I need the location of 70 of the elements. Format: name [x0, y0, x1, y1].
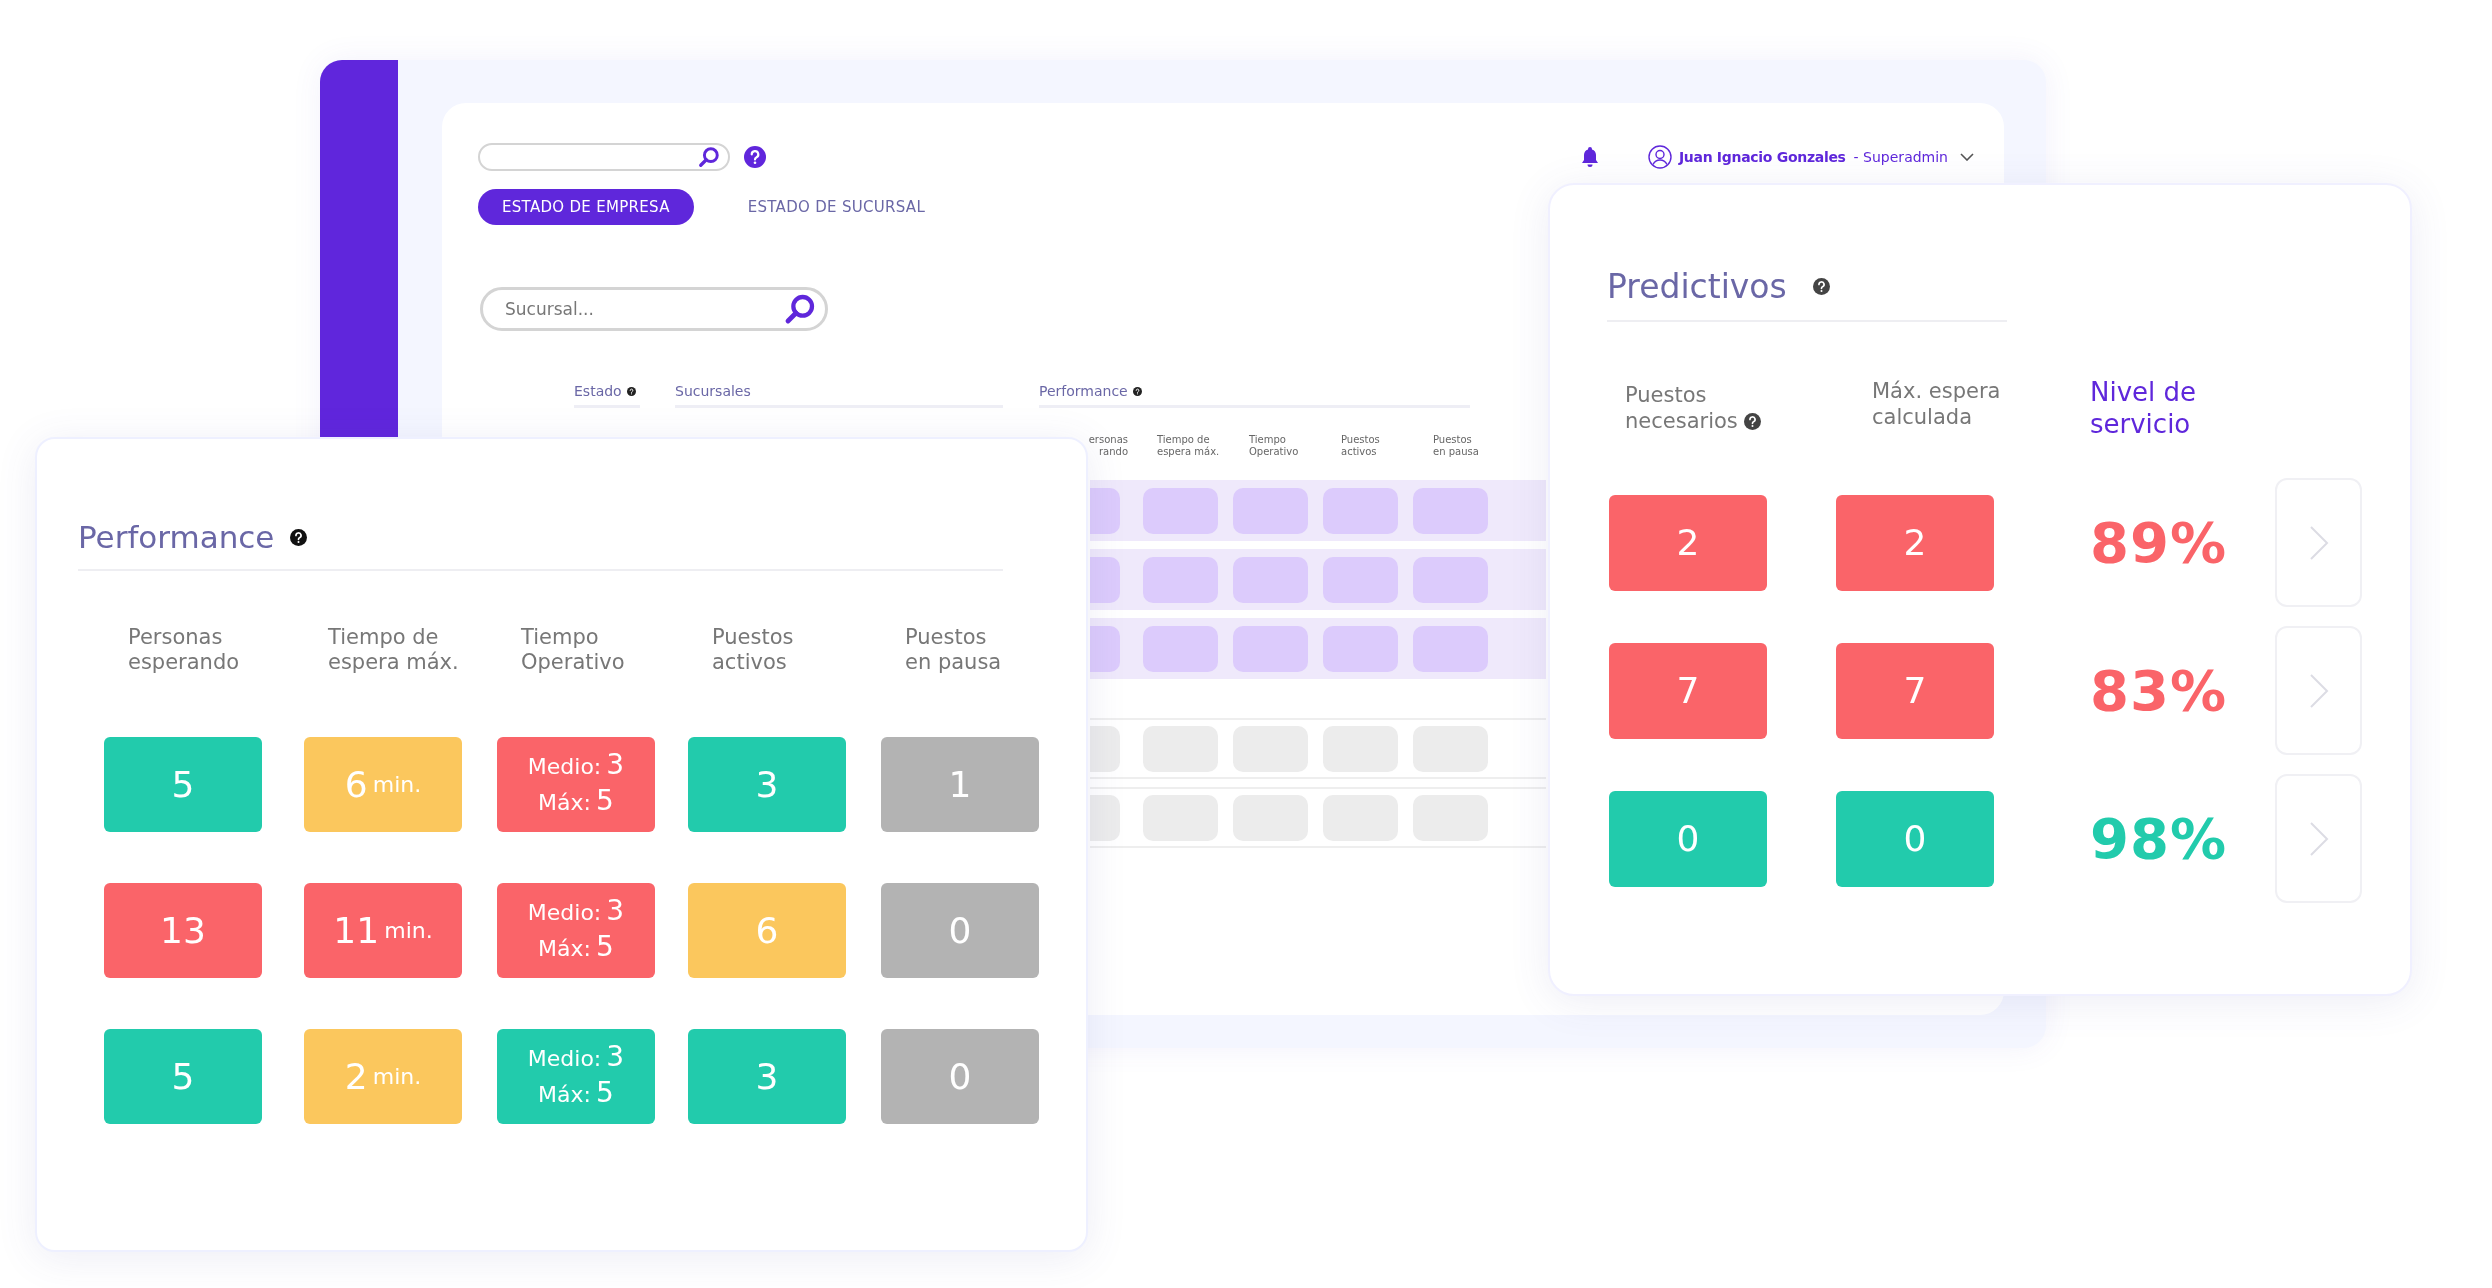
table-row[interactable]: [1090, 549, 1546, 610]
value-tile: 3: [688, 1029, 846, 1124]
placeholder-cell: [1090, 725, 1120, 772]
column-header: Puestos en pausa: [904, 625, 1003, 675]
search-icon: [698, 146, 720, 168]
value-tile: 7: [1609, 642, 1767, 739]
column-header: Puestos activos: [711, 625, 795, 675]
branch-search-field[interactable]: Sucursal...: [480, 287, 828, 331]
value-tile: 0: [881, 883, 1039, 978]
value-tile: 3: [688, 737, 846, 832]
service-level: 83%: [2090, 658, 2229, 723]
details-button[interactable]: [2275, 478, 2362, 607]
value-tile: 2 min.: [304, 1029, 462, 1124]
column-header: Tiempo de espera máx.: [1156, 434, 1220, 458]
chevron-right-icon: [2308, 524, 2329, 561]
tab[interactable]: ESTADO DE SUCURSAL: [723, 189, 950, 225]
table-row[interactable]: [1090, 480, 1546, 541]
value-tile: 1: [881, 737, 1039, 832]
value-tile: 2: [1609, 494, 1767, 591]
column-header: Puestos en pausa: [1432, 434, 1480, 458]
value-tile: 0: [881, 1029, 1039, 1124]
column-header: Tiempo Operativo: [520, 625, 626, 675]
column-group-header: Performance: [1039, 383, 1128, 399]
placeholder-cell: [1090, 487, 1120, 534]
value-tile: 13: [104, 883, 262, 978]
bell-icon[interactable]: [1579, 146, 1600, 168]
card-title: Predictivos: [1607, 267, 1787, 306]
card-title: Performance: [78, 519, 275, 555]
value-tile: 5: [104, 1029, 262, 1124]
placeholder-cell: [1090, 794, 1120, 841]
value-tile: 6 min.: [304, 737, 462, 832]
user-role: - Superadmin: [1853, 149, 1948, 165]
chevron-down-icon[interactable]: [1960, 153, 1974, 161]
value-tile: 0: [1609, 790, 1767, 887]
table-row[interactable]: [1090, 618, 1546, 679]
user-icon[interactable]: [1647, 145, 1672, 169]
service-level: 89%: [2090, 510, 2229, 575]
placeholder-cell: [1090, 625, 1120, 672]
value-tile: Medio: 3 Máx: 5: [497, 883, 655, 978]
value-tile: 2: [1836, 494, 1994, 591]
value-tile: 0: [1836, 790, 1994, 887]
column-group-header: Estado: [574, 383, 622, 399]
table-row[interactable]: [1090, 718, 1546, 779]
service-level: 98%: [2090, 806, 2229, 871]
column-header: Nivel de servicio: [2090, 376, 2197, 440]
table-row[interactable]: [1090, 787, 1546, 848]
column-header: Personas esperando: [127, 625, 241, 675]
column-header: Puestos activos: [1340, 434, 1381, 458]
user-name[interactable]: Juan Ignacio Gonzales: [1678, 149, 1846, 165]
help-icon: [744, 146, 766, 168]
search-field[interactable]: [478, 143, 730, 171]
value-tile: 5: [104, 737, 262, 832]
chevron-right-icon: [2308, 672, 2329, 709]
value-tile: 6: [688, 883, 846, 978]
column-group-header: Sucursales: [675, 383, 751, 399]
column-header: Tiempo Operativo: [1248, 434, 1300, 458]
value-tile: 11 min.: [304, 883, 462, 978]
column-header: Puestos necesarios: [1625, 382, 1738, 434]
column-header: ersonas rando: [1087, 434, 1128, 458]
column-header: Tiempo de espera máx.: [327, 625, 460, 675]
search-icon: [784, 293, 816, 325]
value-tile: Medio: 3 Máx: 5: [497, 737, 655, 832]
tab[interactable]: ESTADO DE EMPRESA: [478, 189, 694, 225]
chevron-right-icon: [2308, 820, 2329, 857]
details-button[interactable]: [2275, 626, 2362, 755]
details-button[interactable]: [2275, 774, 2362, 903]
column-header: Máx. espera calculada: [1872, 378, 2001, 430]
placeholder-cell: [1090, 556, 1120, 603]
value-tile: 7: [1836, 642, 1994, 739]
value-tile: Medio: 3 Máx: 5: [497, 1029, 655, 1124]
